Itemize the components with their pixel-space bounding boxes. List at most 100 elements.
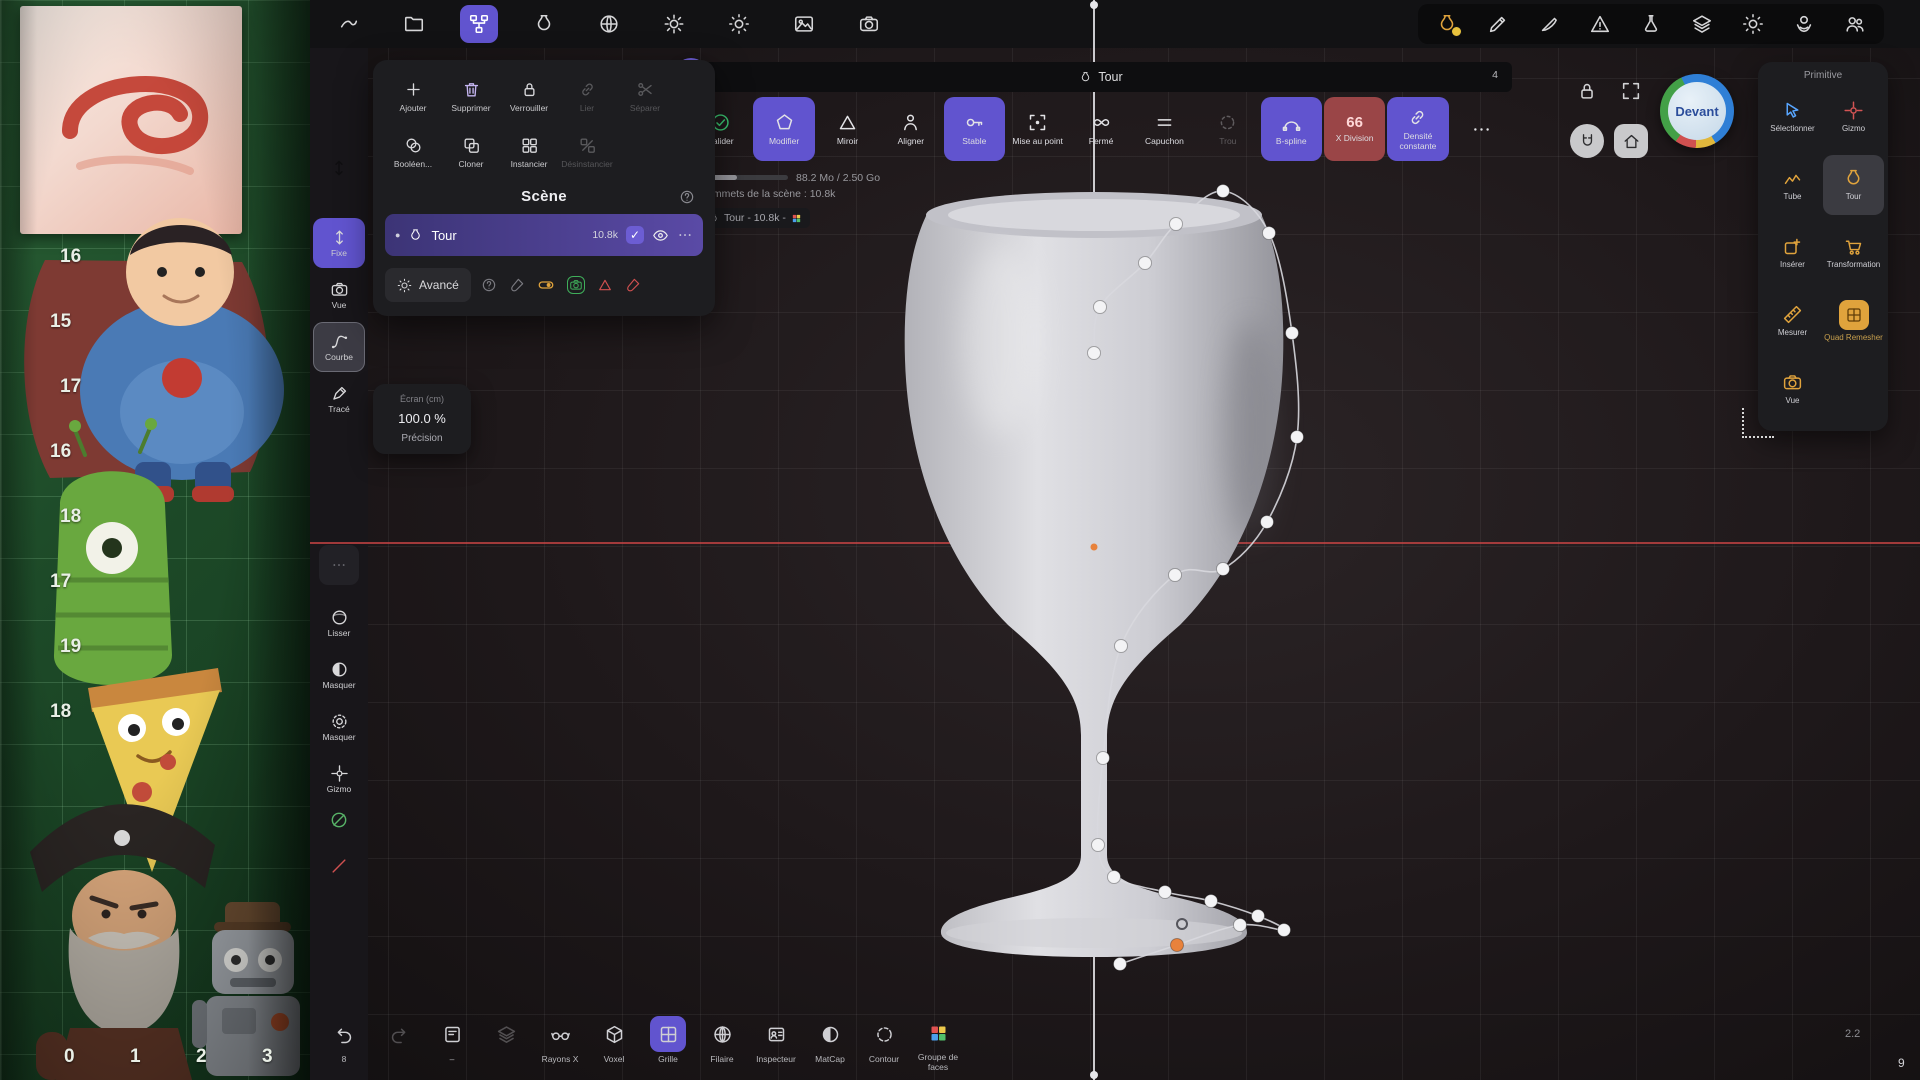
tool-masquer[interactable]: Masquer [313,702,365,752]
scene-lier-button[interactable]: Lier [559,70,615,122]
option-mise-au-point[interactable]: Mise au point [1007,97,1068,161]
globe-icon[interactable] [590,5,628,43]
plus-icon [404,80,423,99]
knife-icon[interactable] [1538,13,1560,35]
tool-fixe[interactable]: Fixe [313,218,365,268]
fullscreen-icon[interactable] [1620,80,1642,102]
display-inspecteur[interactable]: Inspecteur [750,1012,802,1072]
warning-icon[interactable] [1589,13,1611,35]
hand-icon[interactable] [1793,13,1815,35]
top-menu-bar [310,0,1920,48]
camera-icon[interactable] [850,5,888,43]
display-groupe-de-faces[interactable]: Groupe de faces [912,1012,964,1072]
display-contour[interactable]: Contour [858,1012,910,1072]
help-icon[interactable] [481,277,497,293]
lock-view-icon[interactable] [1576,80,1598,102]
option-densite-constante[interactable]: Densité constante [1387,97,1448,161]
scene-separer-button[interactable]: Séparer [617,70,673,122]
scene-list-item-tour[interactable]: ● Tour 10.8k ✓ [385,214,703,256]
curve-tools-group: FixeVueCourbeTracé [313,216,365,426]
display-grille[interactable]: Grille [642,1012,694,1072]
primitive-tour[interactable]: Tour [1823,155,1884,215]
scene-ajouter-button[interactable]: Ajouter [385,70,441,122]
camera-icon [1782,372,1803,393]
gear-icon[interactable] [720,5,758,43]
snap-magnet-button[interactable] [1570,124,1604,158]
precision-value[interactable]: 100.0 % [377,411,467,426]
gear-icon[interactable] [1742,13,1764,35]
ruler-corner-number: 9 [1898,1056,1905,1070]
option-modifier[interactable]: Modifier [753,97,814,161]
paint-toggle-icon[interactable] [625,277,641,293]
scene-cloner-button[interactable]: Cloner [443,126,499,178]
primitive-gizmo[interactable]: Gizmo [1823,87,1884,147]
option-capuchon[interactable]: Capuchon [1134,97,1195,161]
primitive-inserer[interactable]: Insérer [1762,223,1823,283]
primitive-quad-remesher[interactable]: Quad Remesher [1823,291,1884,351]
display-8[interactable]: 8 [318,1012,370,1072]
toggle-icon[interactable] [537,276,555,294]
primitive-mesurer[interactable]: Mesurer [1762,291,1823,351]
pot-icon[interactable] [525,5,563,43]
tool-masquer[interactable]: Masquer [313,650,365,700]
primitive-selectionner[interactable]: Sélectionner [1762,87,1823,147]
layers-icon[interactable] [1691,13,1713,35]
display-item[interactable] [480,1012,532,1072]
primitive-tube[interactable]: Tube [1762,155,1823,215]
display-item[interactable] [372,1012,424,1072]
option-x-division[interactable]: 66 X Division [1324,97,1385,161]
flask-icon[interactable] [1640,13,1662,35]
tool-trace[interactable]: Tracé [313,374,365,424]
mirror-toggle-icon[interactable] [597,277,613,293]
people-icon[interactable] [1844,13,1866,35]
link-icon [578,80,597,99]
image-icon[interactable] [785,5,823,43]
slashr-toggle[interactable] [313,844,365,888]
zigzag-icon [1782,168,1803,189]
scene-instancier-button[interactable]: Instancier [501,126,557,178]
scene-verrouiller-button[interactable]: Verrouiller [501,70,557,122]
more-options-icon[interactable] [677,227,693,243]
scene-supprimer-button[interactable]: Supprimer [443,70,499,122]
brush-icon[interactable] [509,277,525,293]
uninstance-icon [578,136,597,155]
pot-icon[interactable] [1436,13,1458,35]
scene-desinstancier-button[interactable]: Désinstancier [559,126,615,178]
panel-resize-handle[interactable] [1742,408,1774,438]
option-item[interactable] [1451,97,1512,161]
display-voxel[interactable]: Voxel [588,1012,640,1072]
option-aligner[interactable]: Aligner [880,97,941,161]
display-matcap[interactable]: MatCap [804,1012,856,1072]
slashgr-toggle[interactable] [313,798,365,842]
panel-collapse-tab[interactable] [319,545,359,585]
option-ferme[interactable]: Fermé [1070,97,1131,161]
header-badge[interactable]: 4 [1492,69,1498,81]
tool-lisser[interactable]: Lisser [313,598,365,648]
advanced-button[interactable]: Avancé [385,268,471,302]
pencil-icon[interactable] [1487,13,1509,35]
display-filaire[interactable]: Filaire [696,1012,748,1072]
active-object-pill[interactable]: Tour - 10.8k - [700,208,810,228]
eye-icon[interactable] [652,227,669,244]
option-trou[interactable]: Trou [1197,97,1258,161]
scene-booleen-button[interactable]: Booléen... [385,126,441,178]
option-b-spline[interactable]: B-spline [1261,97,1322,161]
help-icon[interactable] [679,189,695,205]
tool-courbe[interactable]: Courbe [313,322,365,372]
option-stable[interactable]: Stable [944,97,1005,161]
mat-number: 15 [50,311,71,333]
ghost-tool-icon [310,158,368,178]
camera-toggle-icon[interactable] [567,276,585,294]
primitive-transformation[interactable]: Transformation [1823,223,1884,283]
option-miroir[interactable]: Miroir [817,97,878,161]
home-view-button[interactable] [1614,124,1648,158]
tool-vue[interactable]: Vue [313,270,365,320]
sun-icon[interactable] [655,5,693,43]
orientation-gizmo[interactable]: Devant [1660,74,1734,148]
visibility-checkbox[interactable]: ✓ [626,226,644,244]
display-item[interactable]: – [426,1012,478,1072]
swoosh-icon[interactable] [330,5,368,43]
display-rayons-x[interactable]: Rayons X [534,1012,586,1072]
folder-icon[interactable] [395,5,433,43]
nodes-icon[interactable] [460,5,498,43]
